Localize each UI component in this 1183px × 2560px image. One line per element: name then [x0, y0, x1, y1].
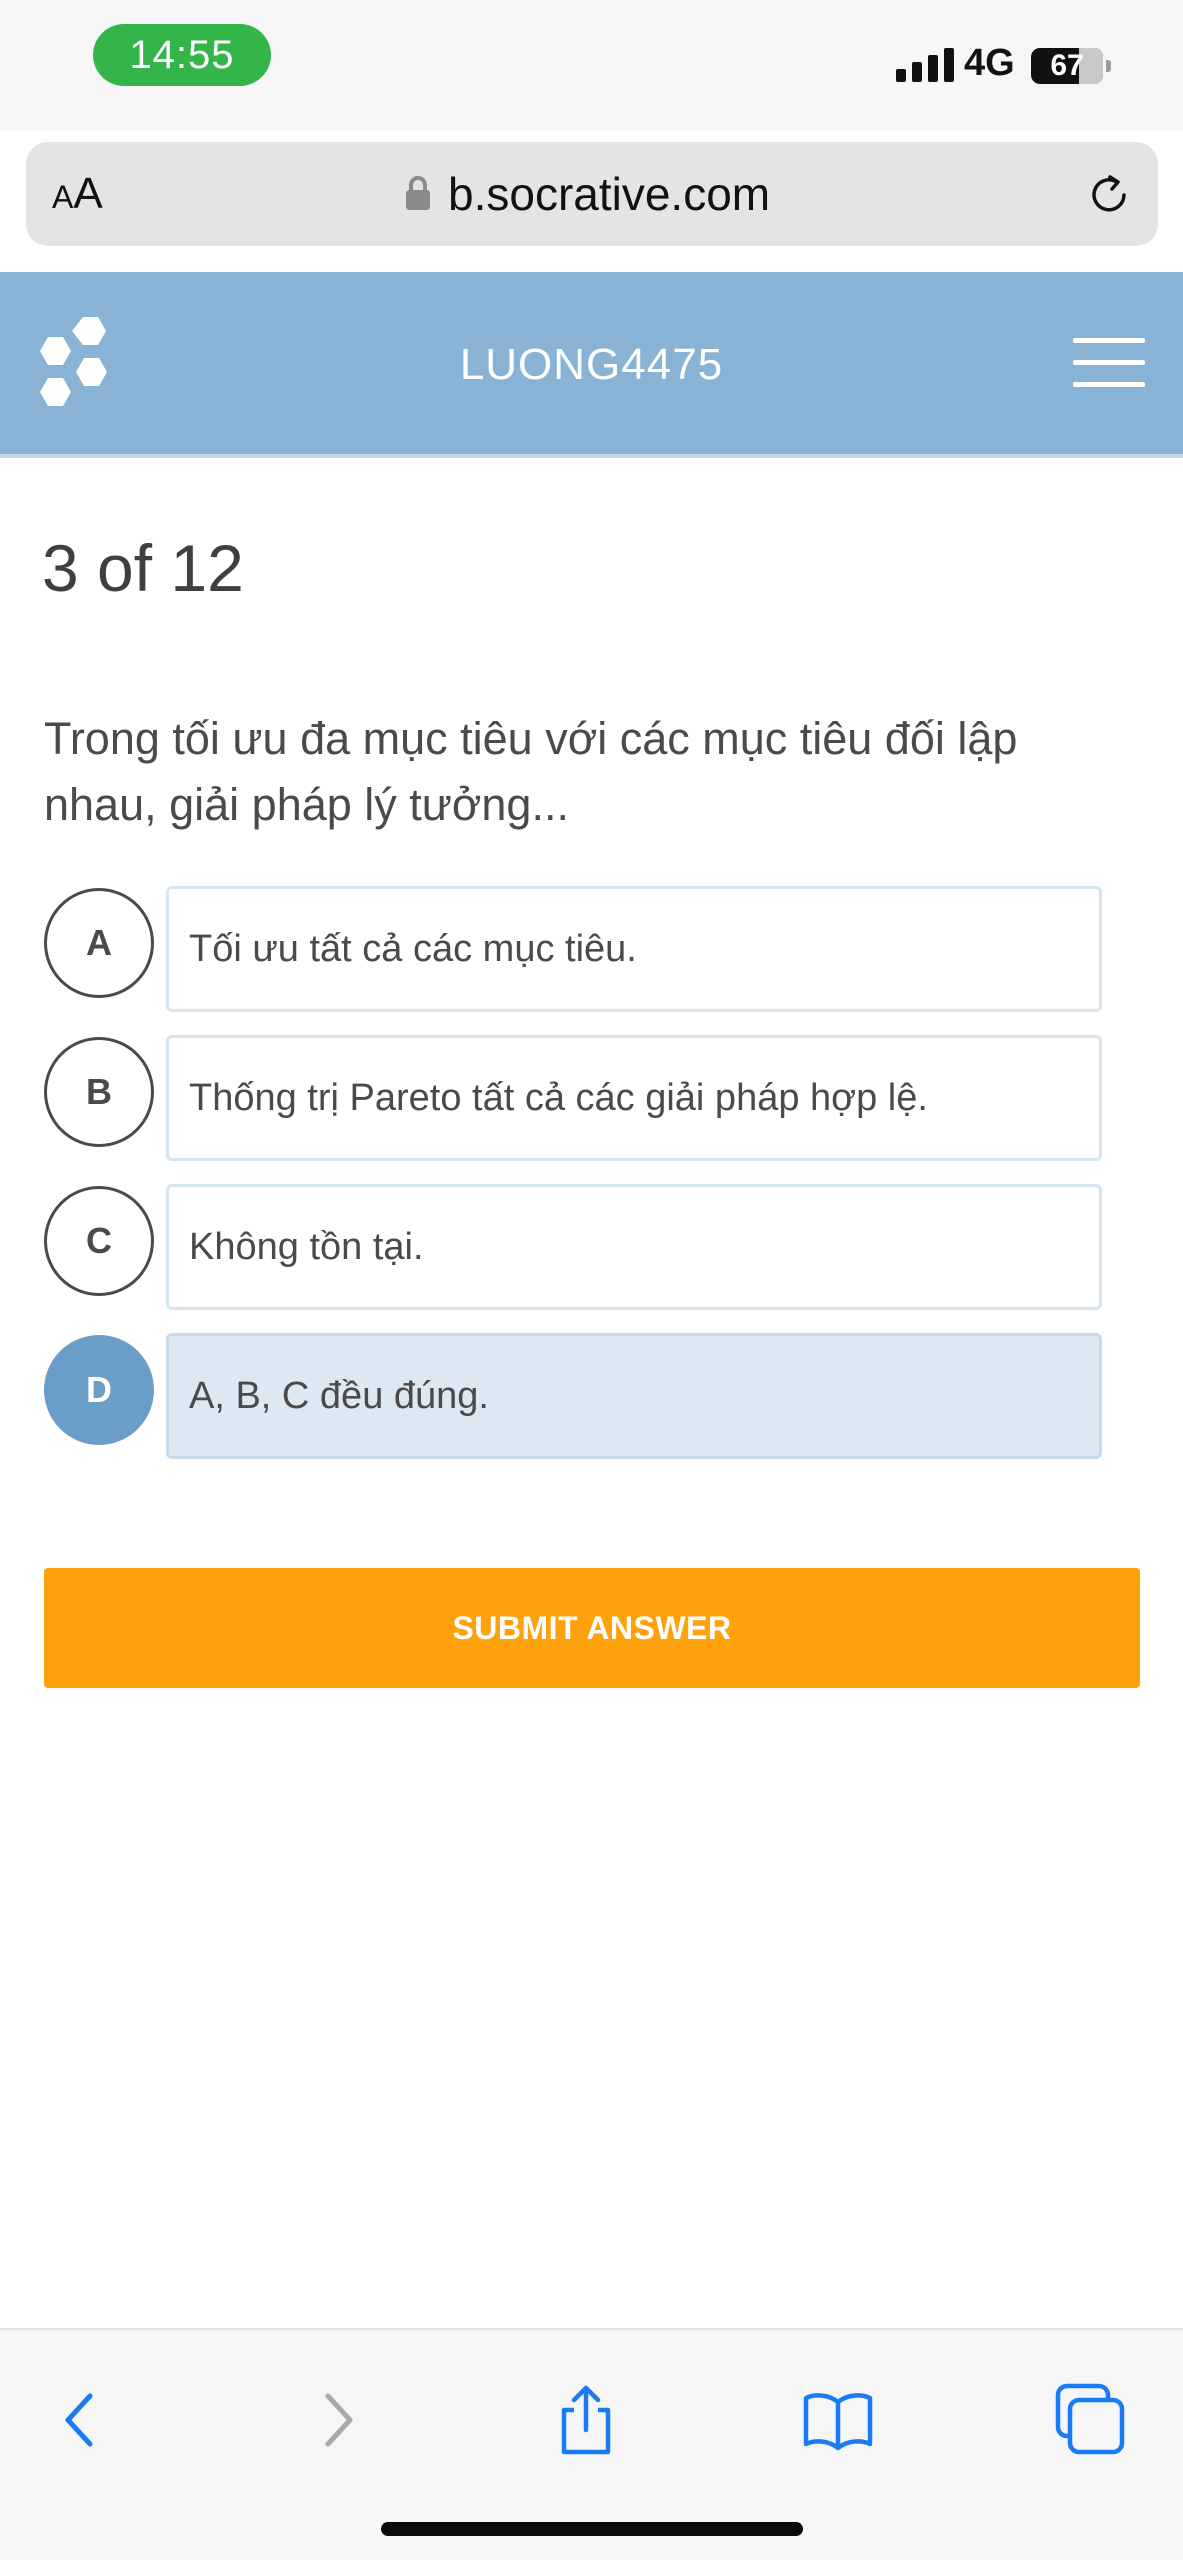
question-text: Trong tối ưu đa mục tiêu với các mục tiê… [44, 713, 1018, 830]
reload-icon[interactable] [1086, 172, 1132, 218]
answer-option-b[interactable]: B Thống trị Pareto tất cả các giải pháp … [44, 1035, 1104, 1161]
submit-answer-button[interactable]: SUBMIT ANSWER [44, 1568, 1140, 1688]
app-header: LUONG4475 [0, 272, 1183, 458]
book-icon[interactable] [798, 2380, 878, 2460]
answer-option-d[interactable]: D A, B, C đều đúng. [44, 1333, 1104, 1459]
chevron-left-icon[interactable] [40, 2380, 120, 2460]
answer-option-a[interactable]: A Tối ưu tất cả các mục tiêu. [44, 886, 1104, 1012]
answer-text-c[interactable]: Không tồn tại. [166, 1184, 1102, 1310]
cellular-signal-icon [896, 46, 954, 82]
text-size-small-label: A [52, 179, 74, 215]
tabs-icon[interactable] [1050, 2380, 1130, 2460]
status-bar: 14:55 4G 67 [0, 0, 1183, 130]
answer-letter-a[interactable]: A [44, 888, 154, 998]
answer-option-c[interactable]: C Không tồn tại. [44, 1184, 1104, 1310]
answer-letter-c[interactable]: C [44, 1186, 154, 1296]
battery-icon: 67 [1031, 48, 1103, 84]
chevron-right-icon[interactable] [298, 2380, 378, 2460]
battery-level: 67 [1050, 49, 1084, 82]
lock-icon [406, 176, 430, 212]
share-icon[interactable] [546, 2380, 626, 2460]
question-progress: 3 of 12 [42, 531, 244, 605]
answer-text-a[interactable]: Tối ưu tất cả các mục tiêu. [166, 886, 1102, 1012]
answer-text-d[interactable]: A, B, C đều đúng. [166, 1333, 1102, 1459]
battery-cap [1106, 60, 1111, 72]
home-indicator [381, 2522, 803, 2536]
answer-text-b[interactable]: Thống trị Pareto tất cả các giải pháp hợ… [166, 1035, 1102, 1161]
url-display[interactable]: b.socrative.com [406, 142, 770, 246]
address-bar[interactable]: AA b.socrative.com [26, 142, 1158, 246]
answer-letter-d[interactable]: D [44, 1335, 154, 1445]
text-size-large-label: A [73, 169, 103, 218]
status-time: 14:55 [93, 24, 271, 86]
hamburger-menu-icon[interactable] [1073, 336, 1145, 388]
text-size-button[interactable]: AA [52, 142, 103, 246]
room-name: LUONG4475 [459, 340, 724, 389]
answer-letter-b[interactable]: B [44, 1037, 154, 1147]
network-type: 4G [964, 42, 1015, 84]
url-text: b.socrative.com [448, 168, 771, 220]
screen: 14:55 4G 67 AA b.socrative.com LUONG4475… [0, 0, 1183, 2560]
